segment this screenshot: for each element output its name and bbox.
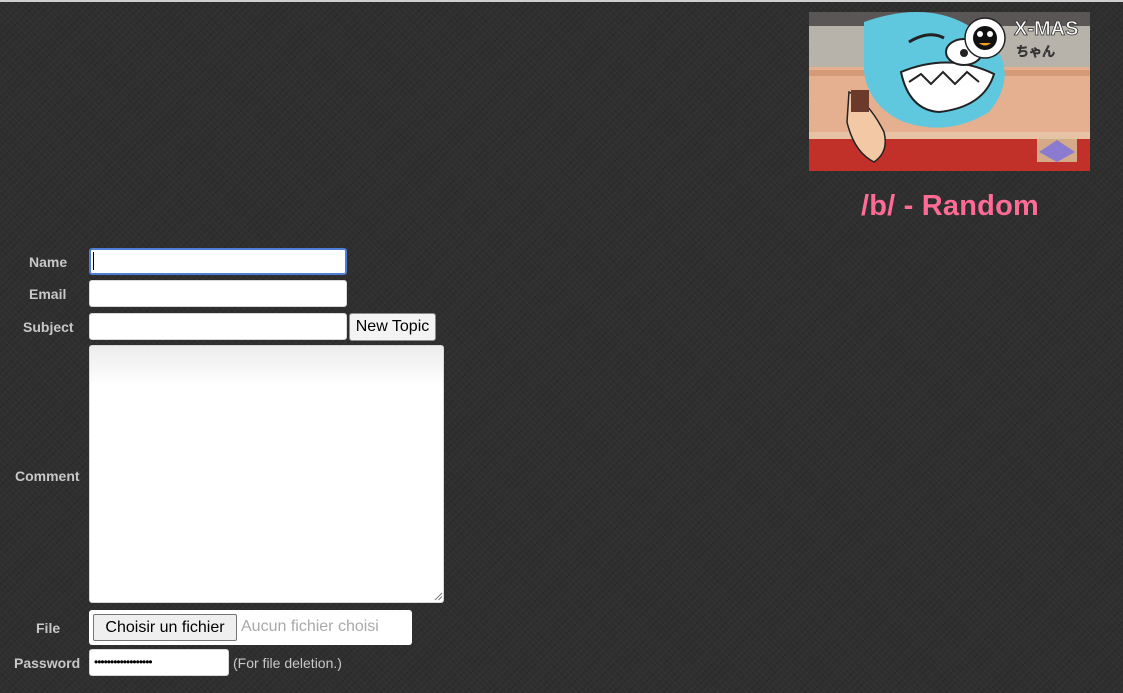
password-label: Password (14, 655, 81, 671)
file-label: File (36, 620, 61, 636)
password-note: (For file deletion.) (233, 655, 342, 671)
file-status: Aucun fichier choisi (241, 618, 379, 635)
text-cursor (93, 252, 94, 270)
board-banner[interactable]: X-MAS ちゃん (809, 12, 1090, 171)
top-border (0, 0, 1123, 2)
email-label: Email (29, 286, 67, 302)
subject-label: Subject (23, 319, 74, 335)
banner-artwork: X-MAS ちゃん (809, 12, 1090, 171)
new-topic-button[interactable]: New Topic (349, 313, 436, 341)
banner-logo-text: X-MAS (1014, 18, 1078, 40)
choose-file-button[interactable]: Choisir un fichier (93, 614, 237, 641)
name-label: Name (29, 254, 68, 270)
comment-textarea[interactable] (89, 345, 444, 603)
comment-label: Comment (15, 468, 80, 484)
subject-input[interactable] (89, 313, 347, 340)
board-title: /b/ - Random (860, 190, 1039, 222)
password-mask: •••••••••••••••••• (94, 655, 153, 669)
name-input[interactable] (89, 248, 347, 275)
banner-logo-subtext: ちゃん (1016, 45, 1055, 60)
resize-grip-icon[interactable] (433, 591, 443, 601)
banner-corner-badge (1037, 138, 1077, 162)
email-input[interactable] (89, 280, 347, 307)
